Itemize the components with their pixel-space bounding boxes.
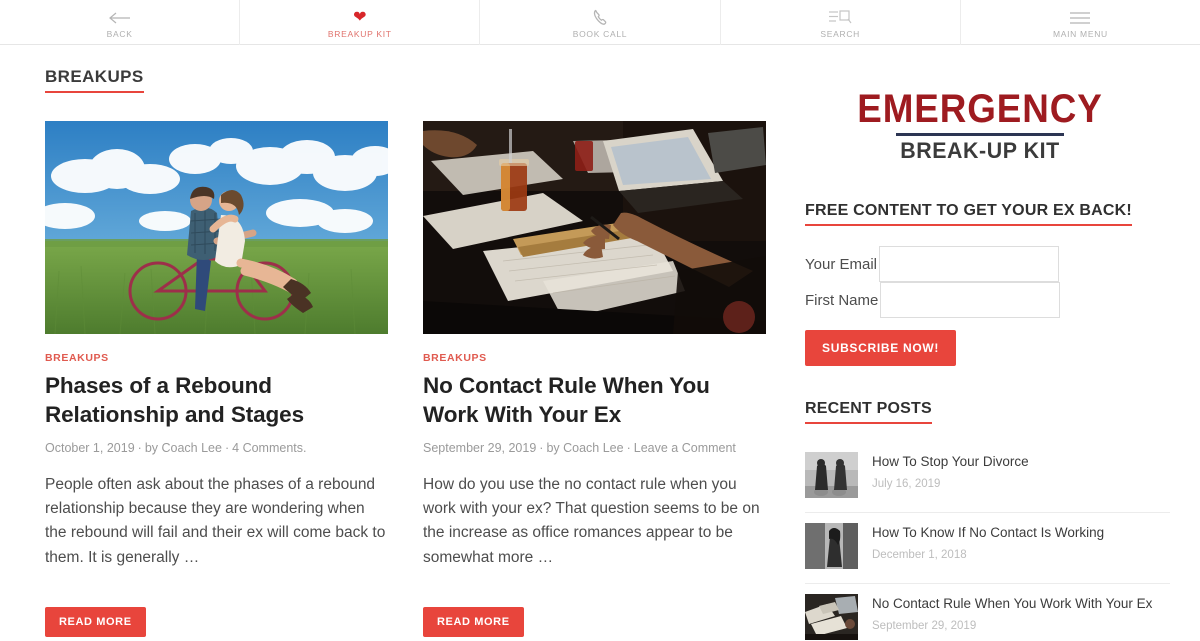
recent-post-thumbnail-no-contact[interactable] xyxy=(805,523,858,569)
recent-posts-list: How To Stop Your Divorce July 16, 2019 H… xyxy=(805,442,1170,641)
recent-post-text: How To Know If No Contact Is Working Dec… xyxy=(872,523,1104,561)
post-excerpt: How do you use the no contact rule when … xyxy=(423,475,760,566)
meta-separator: · xyxy=(626,440,631,455)
post-date: September 29, 2019 xyxy=(423,440,537,455)
post-author[interactable]: by Coach Lee xyxy=(145,441,222,455)
search-icon xyxy=(828,8,852,28)
first-name-row: First Name xyxy=(805,282,1170,318)
post-meta: September 29, 2019 · by Coach Lee · Leave a … xyxy=(423,441,766,455)
post-card: BREAKUPS No Contact Rule When You Work W… xyxy=(423,121,766,637)
hamburger-menu-icon xyxy=(1069,8,1091,28)
post-category[interactable]: BREAKUPS xyxy=(45,352,388,364)
post-comments[interactable]: Leave a Comment xyxy=(634,441,736,455)
post-title[interactable]: Phases of a Rebound Relationship and Sta… xyxy=(45,371,388,430)
optin-title: FREE CONTENT TO GET YOUR EX BACK! xyxy=(805,202,1132,226)
page-body: BREAKUPS BREAKUPS Phases of a Rebound Re… xyxy=(0,45,1200,641)
recent-post-date: July 16, 2019 xyxy=(872,477,941,490)
recent-post-title[interactable]: No Contact Rule When You Work With Your … xyxy=(872,595,1152,613)
post-author[interactable]: by Coach Lee xyxy=(546,441,623,455)
post-comments[interactable]: 4 Comments. xyxy=(232,441,306,455)
post-excerpt: People often ask about the phases of a r… xyxy=(45,475,386,566)
post-category[interactable]: BREAKUPS xyxy=(423,352,766,364)
meta-separator: · xyxy=(539,440,544,455)
arrow-left-icon xyxy=(108,8,131,28)
meta-separator: · xyxy=(137,440,142,455)
post-thumbnail-bicycle[interactable] xyxy=(45,121,388,334)
nav-item-main-menu[interactable]: MAIN MENU xyxy=(961,0,1200,45)
list-item[interactable]: How To Stop Your Divorce July 16, 2019 xyxy=(805,442,1170,513)
read-more-button[interactable]: READ MORE xyxy=(45,606,146,637)
meta-separator: · xyxy=(224,440,230,455)
nav-item-book-call[interactable]: BOOK CALL xyxy=(480,0,721,45)
post-meta: October 1, 2019 · by Coach Lee · 4 Comments. xyxy=(45,441,388,455)
post-date: October 1, 2019 xyxy=(45,440,135,455)
main-content: BREAKUPS BREAKUPS Phases of a Rebound Re… xyxy=(0,45,800,641)
subscribe-button[interactable]: SUBSCRIBE NOW! xyxy=(805,330,957,366)
nav-label-breakup-kit: BREAKUP KIT xyxy=(327,29,392,39)
nav-label-search: SEARCH xyxy=(820,29,861,39)
email-row: Your Email xyxy=(805,246,1170,282)
nav-item-back[interactable]: BACK xyxy=(0,0,241,45)
first-name-field[interactable] xyxy=(880,282,1061,318)
recent-posts-widget: RECENT POSTS How To Stop Your Divorce Ju… xyxy=(805,400,1170,641)
sidebar: EMERGENCY BREAK-UP KIT FREE CONTENT TO G… xyxy=(800,45,1200,641)
phone-icon xyxy=(593,8,607,28)
logo-divider xyxy=(896,133,1064,136)
list-item[interactable]: How To Know If No Contact Is Working Dec… xyxy=(805,513,1170,584)
logo-breakup-kit-text: BREAK-UP KIT xyxy=(900,138,1060,163)
recent-posts-title: RECENT POSTS xyxy=(805,400,932,424)
recent-post-text: How To Stop Your Divorce July 16, 2019 xyxy=(872,452,1029,490)
post-title[interactable]: No Contact Rule When You Work With Your … xyxy=(423,371,766,430)
recent-post-thumbnail-divorce[interactable] xyxy=(805,452,858,498)
first-name-label: First Name xyxy=(805,291,879,309)
recent-post-thumbnail-desk[interactable] xyxy=(805,594,858,640)
nav-item-search[interactable]: SEARCH xyxy=(721,0,961,45)
nav-label-back: BACK xyxy=(106,29,133,39)
recent-post-title[interactable]: How To Stop Your Divorce xyxy=(872,453,1029,471)
recent-post-title[interactable]: How To Know If No Contact Is Working xyxy=(872,524,1104,542)
email-label: Your Email xyxy=(805,255,877,273)
nav-label-main-menu: MAIN MENU xyxy=(1052,29,1108,39)
post-grid: BREAKUPS Phases of a Rebound Relationshi… xyxy=(45,121,800,637)
list-item[interactable]: No Contact Rule When You Work With Your … xyxy=(805,584,1170,641)
logo-emergency-text: EMERGENCY xyxy=(857,87,1103,131)
nav-item-breakup-kit[interactable]: ❤ BREAKUP KIT xyxy=(240,0,481,45)
recent-post-date: December 1, 2018 xyxy=(872,548,967,561)
site-logo[interactable]: EMERGENCY BREAK-UP KIT xyxy=(805,89,1170,162)
read-more-button[interactable]: READ MORE xyxy=(423,606,524,637)
page-title: BREAKUPS xyxy=(45,67,144,93)
post-thumbnail-office-desk[interactable] xyxy=(423,121,766,334)
nav-label-book-call: BOOK CALL xyxy=(572,29,628,39)
heart-icon: ❤ xyxy=(353,9,367,26)
post-card: BREAKUPS Phases of a Rebound Relationshi… xyxy=(45,121,388,637)
optin-widget: FREE CONTENT TO GET YOUR EX BACK! Your E… xyxy=(805,202,1170,366)
email-field[interactable] xyxy=(878,246,1059,282)
recent-post-date: September 29, 2019 xyxy=(872,619,977,632)
recent-post-text: No Contact Rule When You Work With Your … xyxy=(872,594,1152,632)
top-navigation-bar: BACK ❤ BREAKUP KIT BOOK CALL SEARCH MAIN… xyxy=(0,0,1200,45)
